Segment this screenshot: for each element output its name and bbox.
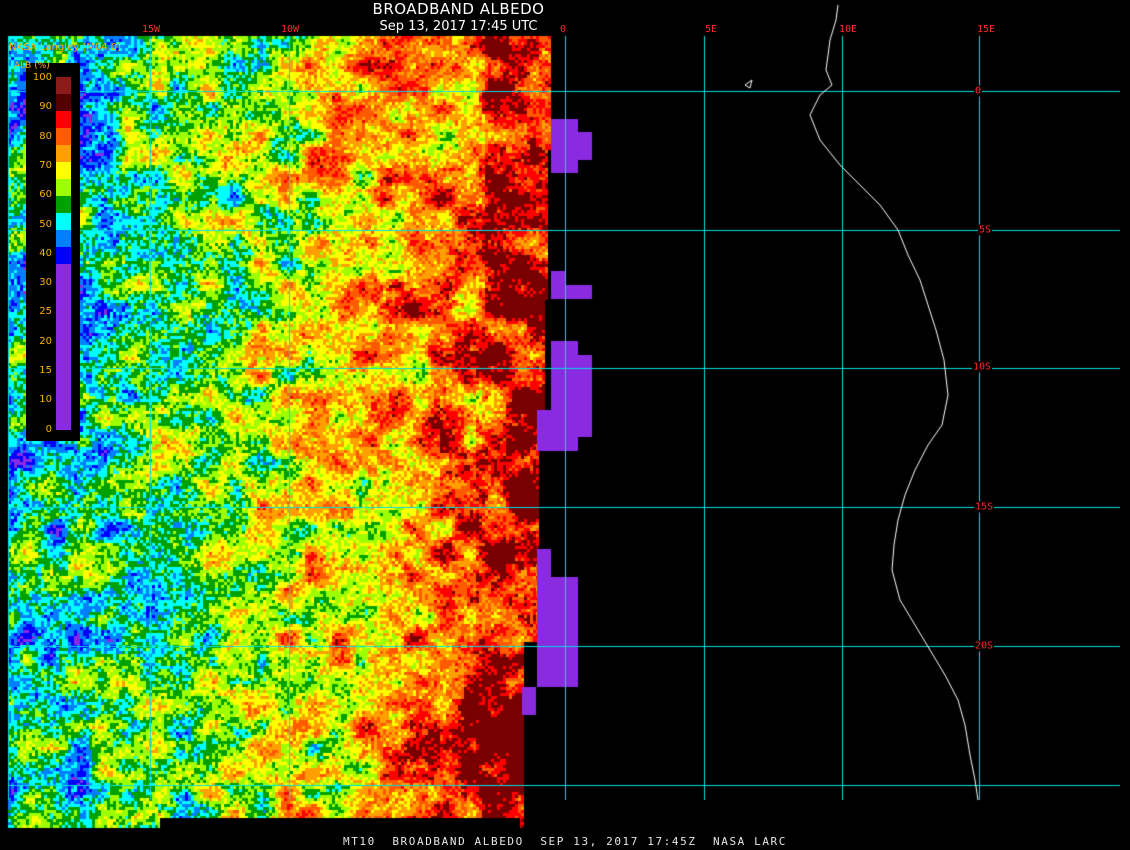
source-label: NASA Langley (M04.0): [9, 42, 121, 53]
map-timestamp: Sep 13, 2017 17:45 UTC: [379, 19, 538, 34]
lon-label-10w: 10W: [280, 24, 301, 35]
legend-tick: 10: [39, 394, 52, 406]
lon-label-0: 0: [559, 24, 568, 35]
legend-swatch: [56, 247, 71, 264]
lon-label-15e: 15E: [976, 24, 997, 35]
legend-tick: 50: [39, 218, 52, 230]
albedo-color-legend: ALB (%) 100 90 80 70 60 50 40 30 25 20 1…: [14, 61, 80, 441]
legend-swatch: [56, 196, 71, 213]
lat-label-20s: 20S: [974, 640, 995, 652]
legend-tick: 30: [39, 277, 52, 289]
legend-tick: 100: [32, 72, 52, 83]
legend-tick: 20: [39, 335, 52, 347]
lon-label-5e: 5E: [704, 24, 719, 35]
legend-swatch: [56, 179, 71, 196]
lat-label-5s: 5S: [978, 224, 993, 236]
lat-label-10s: 10S: [972, 361, 993, 373]
legend-title: ALB (%): [14, 61, 50, 71]
albedo-map-canvas: [0, 0, 1130, 850]
legend-swatch: [56, 145, 71, 162]
lon-label-10e: 10E: [838, 24, 859, 35]
legend-swatch: [56, 162, 71, 179]
legend-swatch: [56, 230, 71, 247]
legend-tick: 0: [45, 423, 52, 435]
lon-label-15w: 15W: [141, 24, 162, 35]
legend-tick: 90: [39, 101, 52, 113]
legend-swatch: [56, 213, 71, 230]
map-title: BROADBAND ALBEDO: [372, 0, 545, 18]
legend-swatch: [56, 264, 71, 430]
legend-tick: 80: [39, 130, 52, 142]
legend-swatch: [56, 77, 71, 94]
legend-tick: 15: [39, 365, 52, 376]
legend-swatch: [56, 128, 71, 145]
legend-tick: 60: [39, 189, 52, 201]
legend-tick: 40: [39, 247, 52, 259]
legend-tick: 70: [39, 159, 52, 171]
lat-label-15s: 15S: [974, 501, 995, 513]
lat-label-0: 0: [974, 85, 983, 97]
legend-swatch: [56, 111, 71, 128]
footer-caption: MT10 BROADBAND ALBEDO SEP 13, 2017 17:45…: [342, 835, 788, 848]
legend-swatch: [56, 94, 71, 111]
legend-tick: 25: [39, 306, 52, 318]
